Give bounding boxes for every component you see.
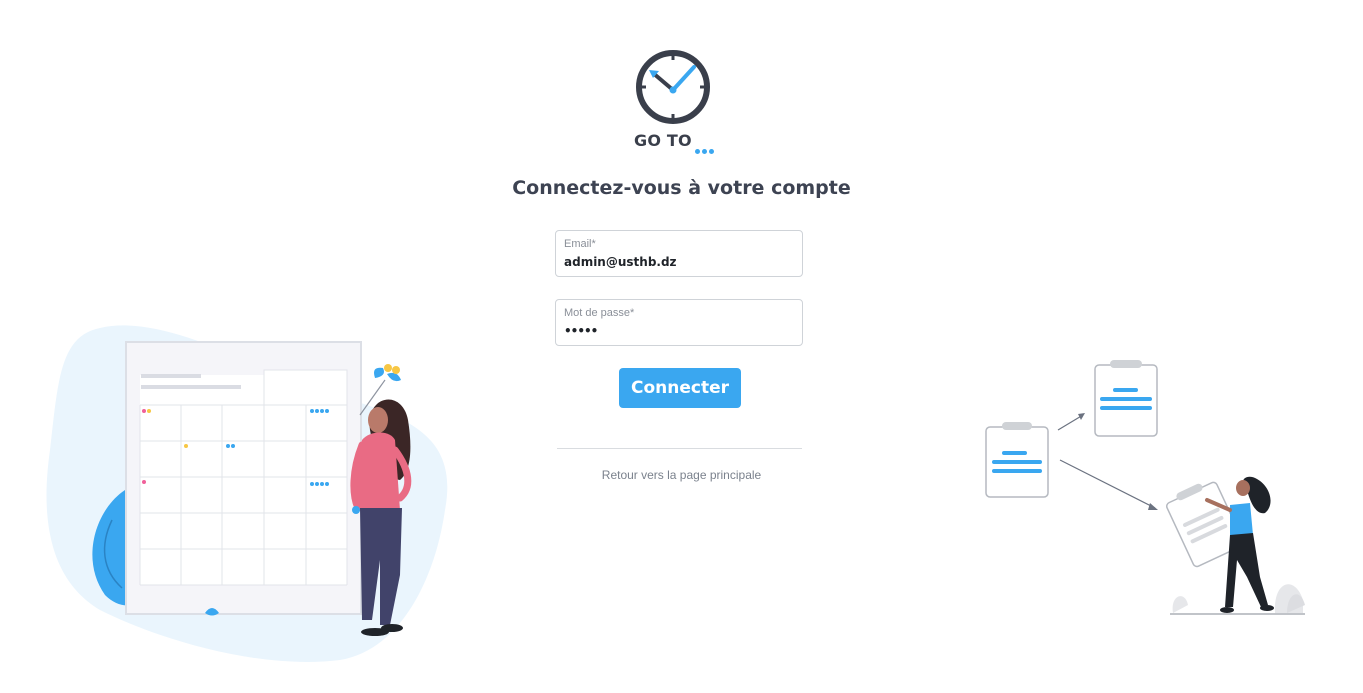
password-input[interactable]: ••••• <box>564 324 794 338</box>
password-label: Mot de passe* <box>564 307 635 319</box>
divider <box>557 448 802 449</box>
email-label: Email* <box>564 238 596 250</box>
clock-icon <box>636 50 710 124</box>
calendar-woman-illustration <box>46 325 448 662</box>
email-input[interactable] <box>564 255 794 269</box>
page-title: Connectez-vous à votre compte <box>512 177 851 199</box>
password-field[interactable]: Mot de passe* ••••• <box>555 299 803 346</box>
login-button[interactable]: Connecter <box>619 368 741 408</box>
brand-name: GO TO <box>634 131 692 150</box>
email-field[interactable]: Email* <box>555 230 803 277</box>
task-clipboards-illustration <box>985 360 1305 615</box>
brand-dots <box>695 141 716 159</box>
